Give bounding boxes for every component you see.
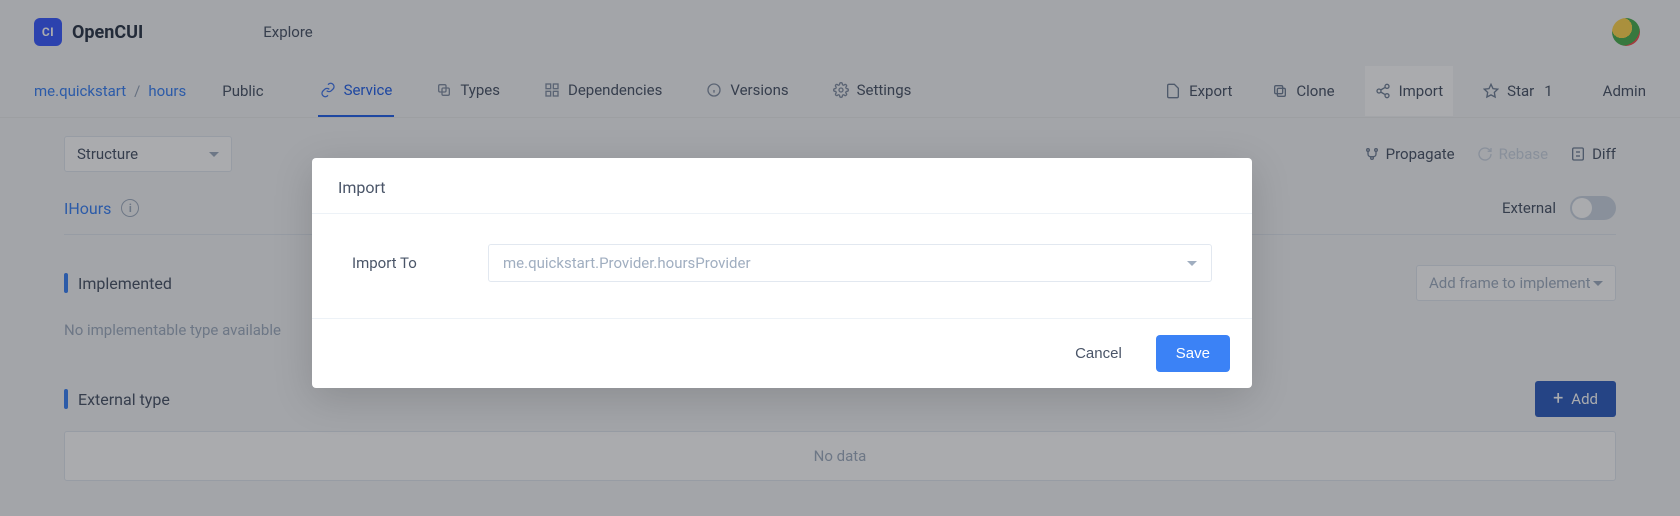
cancel-button[interactable]: Cancel bbox=[1065, 335, 1132, 372]
save-button[interactable]: Save bbox=[1156, 335, 1230, 372]
import-modal: Import Import To me.quickstart.Provider.… bbox=[312, 158, 1252, 388]
import-to-label: Import To bbox=[352, 254, 432, 272]
modal-title: Import bbox=[312, 158, 1252, 214]
import-to-select[interactable]: me.quickstart.Provider.hoursProvider bbox=[488, 244, 1212, 282]
import-to-value: me.quickstart.Provider.hoursProvider bbox=[503, 254, 751, 272]
chevron-down-icon bbox=[1187, 261, 1197, 266]
